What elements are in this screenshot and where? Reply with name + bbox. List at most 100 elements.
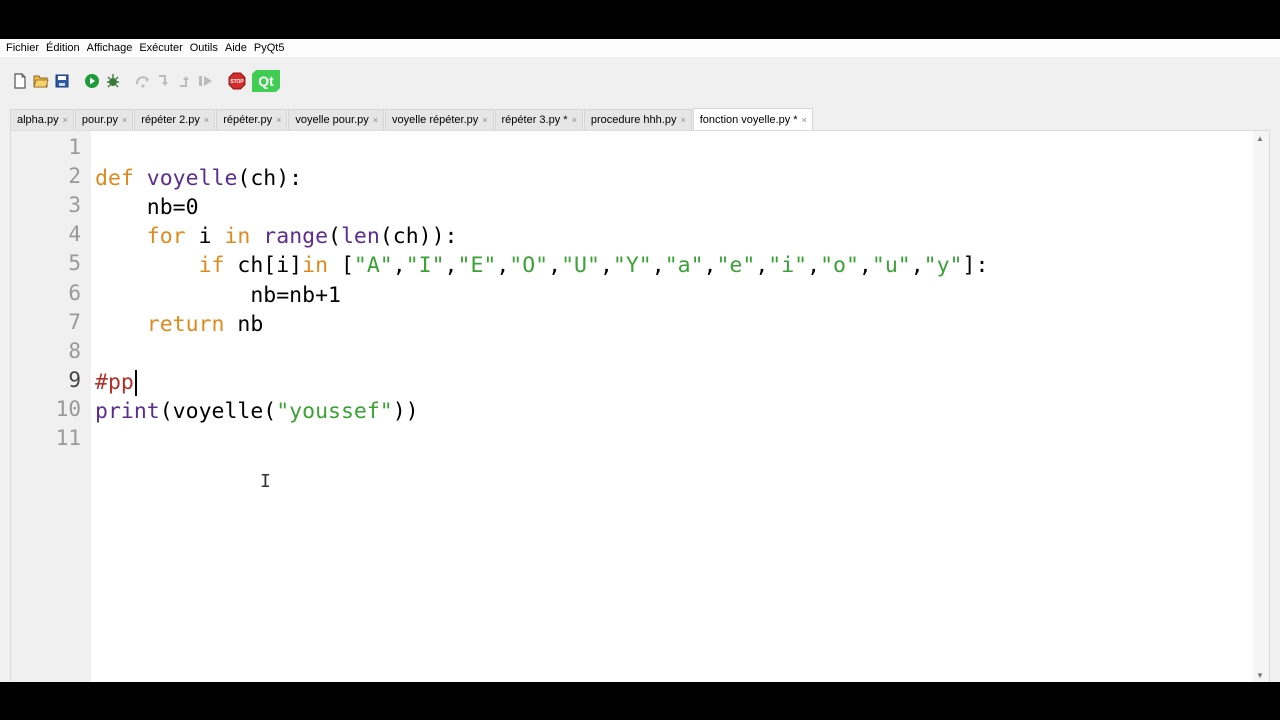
- code-token: "o": [820, 253, 859, 279]
- code-token: (voyelle(: [159, 398, 277, 424]
- debug-icon[interactable]: [105, 73, 121, 89]
- scroll-up-icon[interactable]: ▲: [1256, 134, 1264, 143]
- tab-close-icon[interactable]: ×: [373, 115, 378, 125]
- code-token: ,: [548, 253, 562, 279]
- tab-label: pour.py: [81, 114, 118, 126]
- code-token: "youssef": [276, 398, 393, 424]
- code-token: len: [340, 224, 380, 250]
- tab-close-icon[interactable]: ×: [680, 115, 685, 125]
- tab-2[interactable]: répéter 2.py ×: [134, 109, 216, 130]
- code-line[interactable]: def voyelle(ch):: [95, 164, 302, 193]
- code-token: "A": [353, 253, 393, 279]
- code-token: ,: [444, 253, 458, 279]
- code-token: ,: [858, 253, 872, 279]
- line-number: 1: [68, 135, 81, 159]
- menu-aide[interactable]: Aide: [225, 39, 247, 57]
- line-number: 5: [68, 251, 81, 276]
- code-token: for: [146, 224, 186, 250]
- stop-icon[interactable]: STOP: [228, 72, 246, 90]
- toolbar: STOP Qt: [0, 59, 1280, 103]
- code-line[interactable]: return nb: [95, 310, 264, 339]
- code-token: ,: [910, 253, 924, 279]
- menu-fichier[interactable]: Fichier: [6, 39, 39, 57]
- resume-icon[interactable]: [198, 73, 214, 89]
- code-token: ,: [651, 253, 665, 279]
- code-token: "E": [457, 253, 497, 279]
- code-token: if: [198, 253, 225, 279]
- code-token: nb: [224, 311, 264, 337]
- code-token: (ch):: [237, 166, 303, 192]
- qt-label: Qt: [258, 73, 274, 89]
- code-token: ]:: [962, 253, 989, 279]
- tab-close-icon[interactable]: ×: [482, 115, 487, 125]
- stop-label: STOP: [230, 79, 244, 85]
- tab-7[interactable]: procedure hhh.py ×: [583, 109, 692, 130]
- tab-close-icon[interactable]: ×: [572, 115, 577, 125]
- tab-8[interactable]: fonction voyelle.py * ×: [692, 108, 813, 130]
- code-token: "U": [561, 253, 600, 279]
- vertical-scrollbar[interactable]: ▲ ▼: [1253, 131, 1269, 682]
- tab-0[interactable]: alpha.py ×: [10, 109, 74, 130]
- code-token: in: [224, 224, 251, 250]
- tab-label: voyelle répéter.py: [392, 114, 479, 126]
- menu-edition[interactable]: Édition: [46, 39, 80, 57]
- open-folder-icon[interactable]: [33, 73, 49, 89]
- code-token: "e": [716, 253, 756, 279]
- code-editor[interactable]: 1 2 3 4 5 6 7 8 9 10 11 def voyelle(ch): nb=0 for …: [10, 130, 1270, 682]
- scroll-down-icon[interactable]: ▼: [1256, 671, 1264, 680]
- code-token: #pp: [95, 369, 134, 395]
- code-line[interactable]: #pp: [95, 368, 137, 397]
- tab-label: procedure hhh.py: [590, 114, 677, 126]
- code-token: ch[i]: [224, 253, 303, 279]
- line-number: 6: [68, 280, 81, 305]
- qt-icon[interactable]: Qt: [252, 70, 280, 92]
- code-token: voyelle: [146, 166, 238, 192]
- menu-outils[interactable]: Outils: [190, 39, 218, 57]
- tab-5[interactable]: voyelle répéter.py ×: [385, 109, 494, 130]
- save-icon[interactable]: [54, 73, 70, 89]
- line-number-gutter: 1 2 3 4 5 6 7 8 9 10 11: [11, 131, 91, 682]
- tab-close-icon[interactable]: ×: [276, 115, 281, 125]
- tab-label: répéter.py: [223, 114, 273, 126]
- step-over-icon[interactable]: [135, 73, 151, 89]
- run-icon[interactable]: [84, 73, 100, 89]
- code-token: nb=nb+1: [250, 282, 341, 308]
- menu-pyqt5[interactable]: PyQt5: [254, 39, 285, 57]
- tab-close-icon[interactable]: ×: [204, 115, 209, 125]
- menu-executer[interactable]: Exécuter: [139, 39, 182, 57]
- code-token: )): [392, 398, 419, 424]
- tab-label: répéter 2.py: [141, 114, 200, 126]
- code-line[interactable]: print(voyelle("youssef")): [95, 397, 419, 426]
- code-token: range: [250, 224, 329, 250]
- code-line[interactable]: nb=nb+1: [95, 281, 341, 310]
- code-token: "u": [871, 253, 911, 279]
- code-token: [: [328, 253, 354, 279]
- tab-close-icon[interactable]: ×: [63, 115, 68, 125]
- menu-affichage[interactable]: Affichage: [87, 39, 133, 57]
- tab-1[interactable]: pour.py ×: [74, 109, 134, 130]
- tab-3[interactable]: répéter.py ×: [216, 109, 288, 130]
- code-token: ,: [496, 253, 510, 279]
- tab-4[interactable]: voyelle pour.py ×: [288, 109, 385, 130]
- code-token: ,: [755, 253, 769, 279]
- code-token: "i": [768, 253, 808, 279]
- code-token: (: [328, 224, 341, 250]
- step-into-icon[interactable]: [156, 73, 172, 89]
- code-token: "I": [405, 253, 445, 279]
- code-token: "Y": [612, 253, 652, 279]
- mouse-ibeam-cursor: I: [260, 471, 271, 492]
- code-line[interactable]: if ch[i]in ["A","I","E","O","U","Y","a",…: [95, 251, 989, 280]
- code-line[interactable]: nb=0: [95, 193, 199, 222]
- new-file-icon[interactable]: [12, 73, 28, 89]
- tab-close-icon[interactable]: ×: [122, 115, 127, 125]
- code-area[interactable]: def voyelle(ch): nb=0 for i in range(len…: [95, 131, 1253, 682]
- tab-close-icon[interactable]: ×: [802, 115, 807, 125]
- code-token: (ch)):: [379, 224, 458, 250]
- tab-6[interactable]: répéter 3.py * ×: [494, 109, 583, 130]
- code-line[interactable]: for i in range(len(ch)):: [95, 222, 458, 251]
- step-out-icon[interactable]: [177, 73, 193, 89]
